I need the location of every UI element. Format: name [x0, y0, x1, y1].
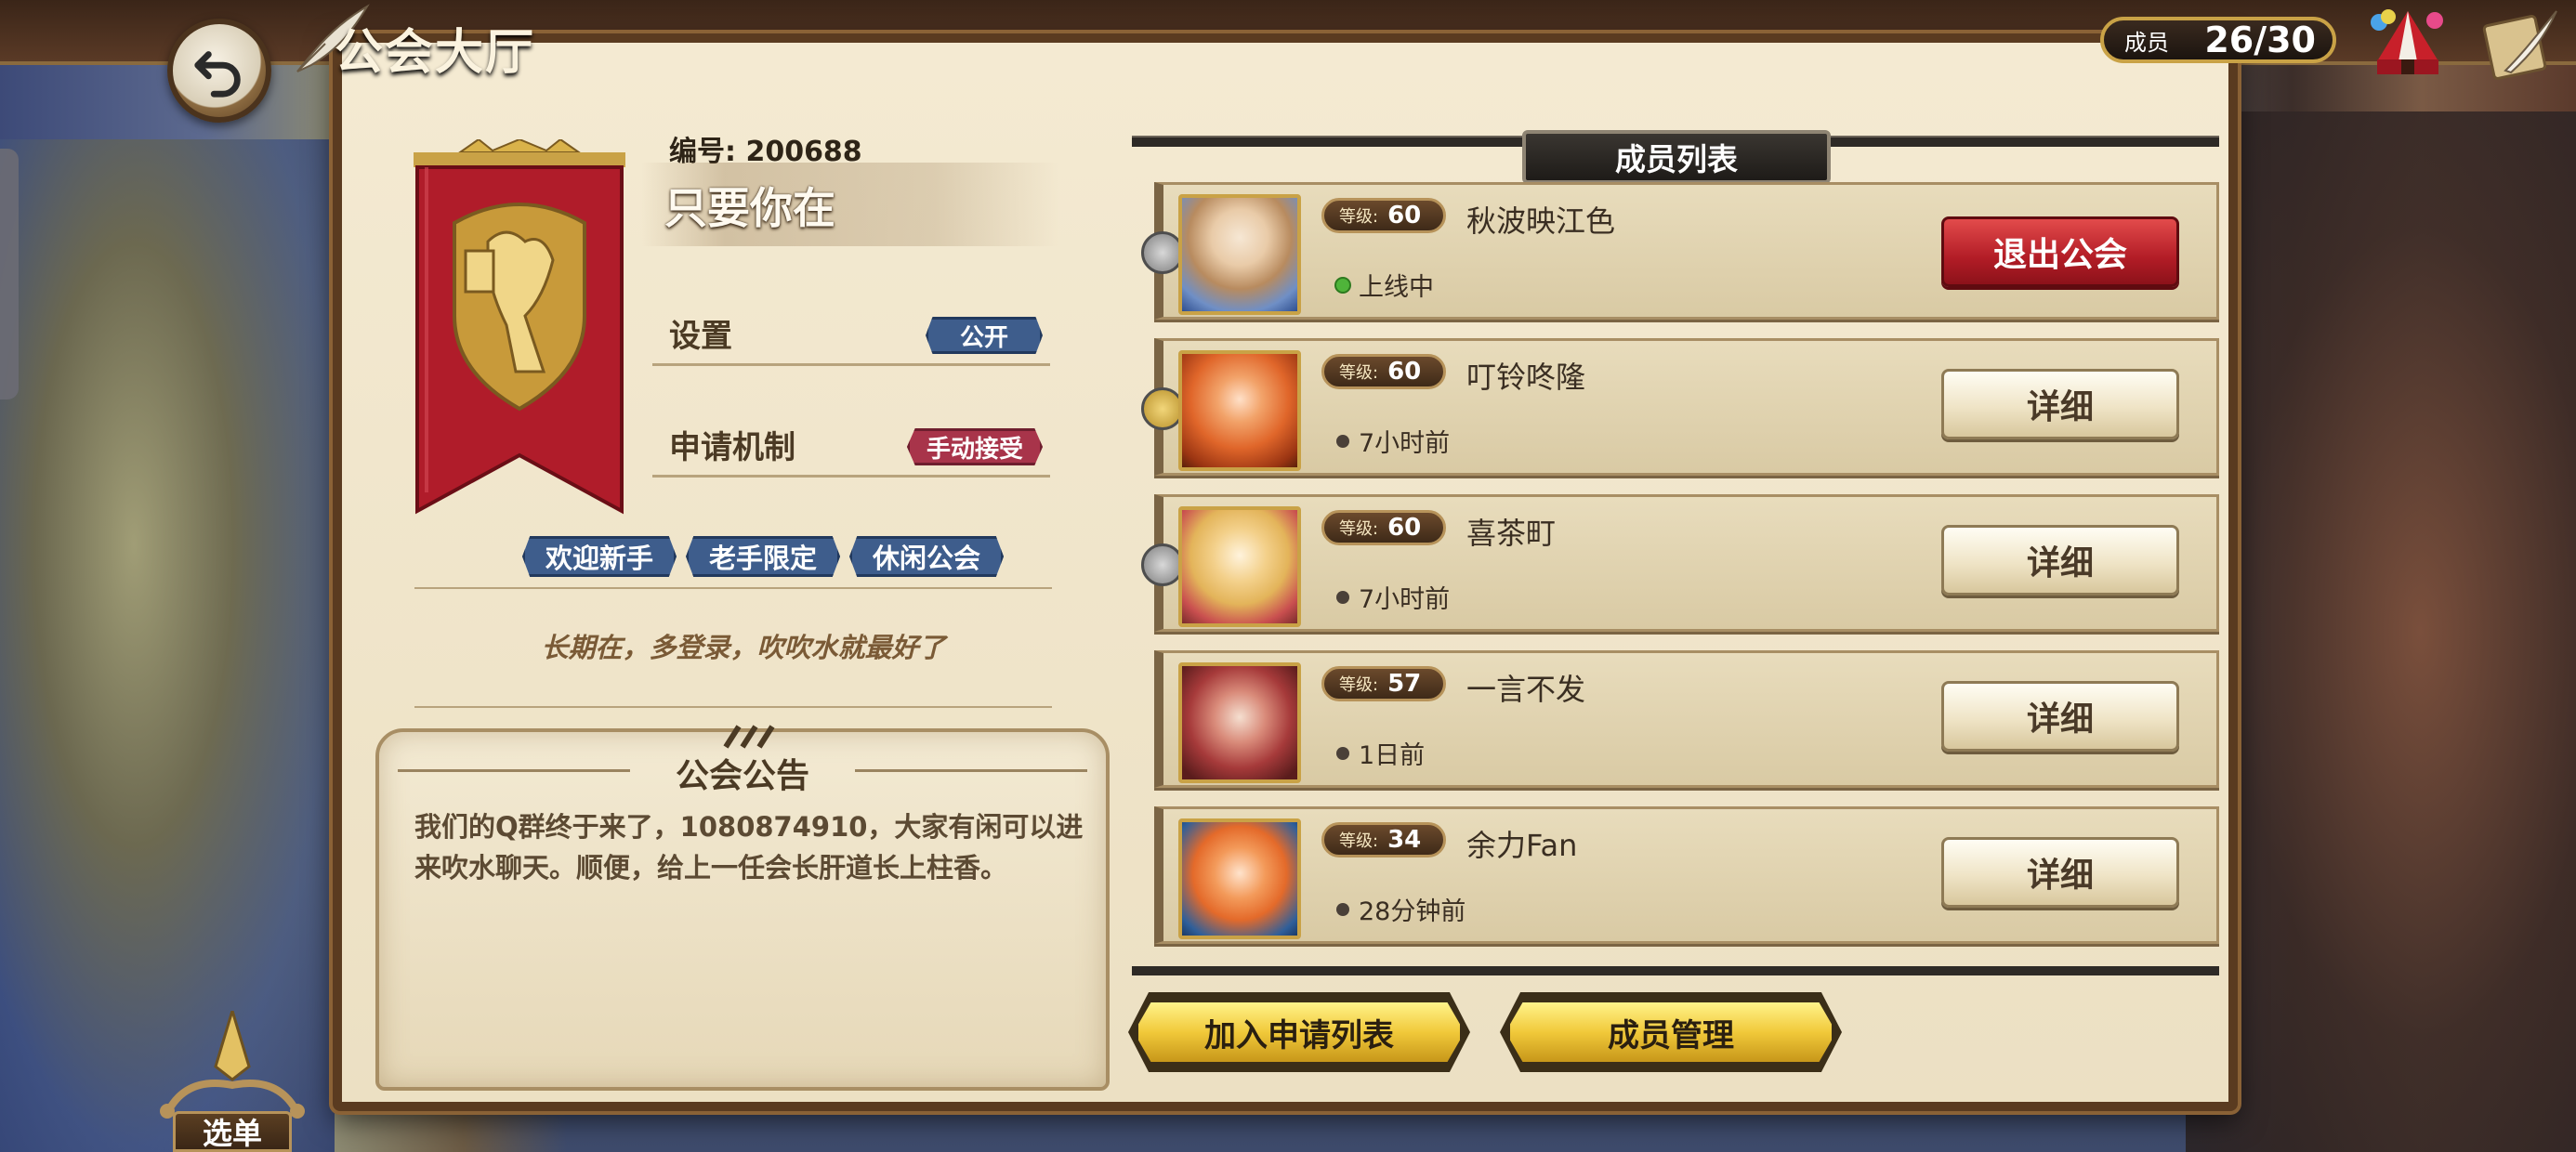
member-name: 秋波映江色	[1466, 203, 1616, 239]
level-label: 等级:	[1339, 831, 1379, 851]
level-badge: 等级: 60	[1321, 354, 1446, 389]
setting-row-visibility: 设置 公开	[652, 307, 1050, 366]
member-list-footer-bar	[1132, 966, 2219, 975]
member-count-value: 26/30	[2204, 20, 2316, 60]
level-label: 等级:	[1339, 207, 1379, 227]
page-title: 公会大厅	[335, 25, 536, 81]
offline-status-icon	[1336, 590, 1349, 604]
member-row[interactable]: 等级: 57 一言不发 1日前 详细	[1154, 650, 2219, 788]
notice-ornament-icon	[723, 725, 775, 749]
menu-button[interactable]: 选单	[149, 1011, 316, 1152]
level-badge: 等级: 60	[1321, 198, 1446, 233]
notebook-quill-icon[interactable]	[2477, 6, 2561, 80]
join-request-list-button[interactable]: 加入申请列表	[1134, 998, 1465, 1067]
level-label: 等级:	[1339, 363, 1379, 383]
member-status-text: 上线中	[1359, 273, 1434, 302]
back-arrow-icon	[194, 51, 241, 98]
member-name: 一言不发	[1466, 672, 1586, 707]
guild-notice-board: 公会公告 我们的Q群终于来了，1080874910，大家有闲可以进来吹水聊天。顺…	[375, 725, 1110, 1091]
application-mode-badge: 手动接受	[906, 428, 1043, 465]
guild-tags: 欢迎新手 老手限定 休闲公会	[522, 536, 1005, 577]
member-count-label: 成员	[2124, 29, 2169, 56]
member-detail-button[interactable]: 详细	[1941, 837, 2179, 908]
member-status: 上线中	[1336, 267, 1434, 303]
circus-tent-icon[interactable]	[2366, 6, 2450, 80]
member-detail-button[interactable]: 详细	[1941, 525, 2179, 596]
member-avatar[interactable]	[1178, 350, 1301, 471]
member-status: 7小时前	[1336, 579, 1450, 615]
setting-key: 设置	[669, 318, 732, 355]
guild-tag: 休闲公会	[849, 536, 1005, 577]
member-status-text: 7小时前	[1359, 585, 1451, 614]
member-name: 余力Fan	[1466, 828, 1578, 863]
background-right-blur	[2186, 111, 2576, 1152]
member-name: 叮铃咚隆	[1466, 360, 1586, 395]
level-badge: 等级: 57	[1321, 666, 1446, 701]
guild-tag: 欢迎新手	[522, 536, 677, 577]
member-detail-button[interactable]: 详细	[1941, 369, 2179, 439]
guild-name: 只要你在	[664, 183, 835, 233]
level-value: 60	[1387, 202, 1422, 229]
level-value: 34	[1387, 826, 1422, 854]
notice-body: 我们的Q群终于来了，1080874910，大家有闲可以进来吹水聊天。顺便，给上一…	[414, 811, 1084, 884]
level-label: 等级:	[1339, 519, 1379, 539]
member-avatar[interactable]	[1178, 506, 1301, 627]
divider	[414, 706, 1052, 708]
guild-motto: 长期在，多登录，吹吹水就最好了	[541, 632, 946, 663]
offline-status-icon	[1336, 746, 1349, 760]
back-button[interactable]	[167, 19, 271, 123]
member-avatar[interactable]	[1178, 194, 1301, 315]
member-name: 喜茶町	[1466, 516, 1557, 551]
member-status: 28分钟前	[1336, 891, 1465, 927]
level-badge: 等级: 60	[1321, 510, 1446, 545]
background-left-blur	[0, 139, 335, 1152]
member-avatar[interactable]	[1178, 662, 1301, 783]
quit-guild-button[interactable]: 退出公会	[1941, 216, 2179, 287]
member-status-text: 1日前	[1359, 741, 1426, 770]
member-status: 1日前	[1336, 735, 1425, 771]
member-list-title: 成员列表	[1522, 130, 1831, 184]
offline-status-icon	[1336, 902, 1349, 916]
member-avatar[interactable]	[1178, 818, 1301, 939]
divider	[414, 587, 1052, 589]
member-row[interactable]: 等级: 60 喜茶町 7小时前 详细	[1141, 494, 2219, 632]
level-label: 等级:	[1339, 675, 1379, 695]
guild-tag: 老手限定	[686, 536, 841, 577]
level-value: 60	[1387, 514, 1422, 542]
setting-key: 申请机制	[669, 429, 795, 466]
notice-title: 公会公告	[675, 757, 809, 795]
level-badge: 等级: 34	[1321, 822, 1446, 857]
member-list[interactable]: 等级: 60 秋波映江色 上线中 退出公会 等级: 60 叮铃咚隆 7小时前 详…	[1132, 182, 2221, 972]
level-value: 60	[1387, 358, 1422, 386]
member-row[interactable]: 等级: 34 余力Fan 28分钟前 详细	[1154, 806, 2219, 944]
visibility-badge: 公开	[925, 317, 1043, 354]
member-count-badge: 成员 26/30	[2100, 17, 2336, 63]
menu-label: 选单	[173, 1111, 292, 1152]
online-status-icon	[1336, 278, 1349, 292]
setting-row-application: 申请机制 手动接受	[652, 418, 1050, 478]
member-status: 7小时前	[1336, 423, 1450, 459]
menu-ornament-icon	[160, 1011, 305, 1119]
level-value: 57	[1387, 670, 1422, 698]
member-management-button[interactable]: 成员管理	[1505, 998, 1836, 1067]
member-status-text: 28分钟前	[1359, 897, 1466, 926]
member-row[interactable]: 等级: 60 秋波映江色 上线中 退出公会	[1141, 182, 2219, 320]
notice-title-rule	[855, 769, 1087, 772]
member-status-text: 7小时前	[1359, 429, 1451, 458]
member-detail-button[interactable]: 详细	[1941, 681, 2179, 752]
guild-emblem-banner	[414, 139, 625, 515]
member-row[interactable]: 等级: 60 叮铃咚隆 7小时前 详细	[1141, 338, 2219, 476]
offline-status-icon	[1336, 434, 1349, 448]
edge-swipe-handle[interactable]	[0, 149, 19, 399]
